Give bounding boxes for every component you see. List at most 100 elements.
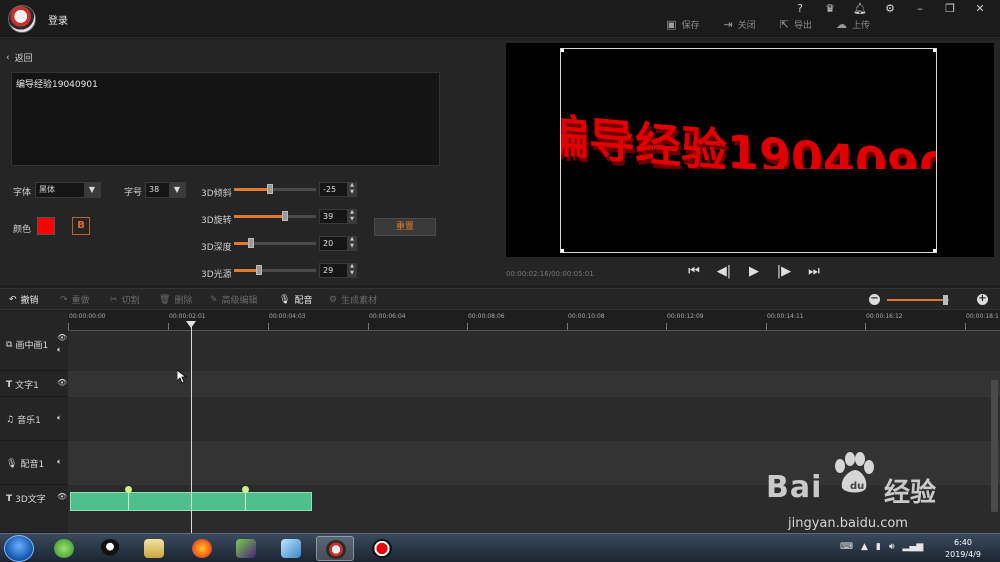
selection-frame[interactable]: 编导经验19040901 编导经验19040901 bbox=[560, 48, 937, 253]
undo-button[interactable]: ↶ 撤销 bbox=[9, 293, 39, 307]
app-logo-icon[interactable] bbox=[8, 5, 36, 33]
font-select[interactable]: 黑体 ▼ bbox=[35, 182, 101, 198]
keyframe-marker[interactable] bbox=[242, 486, 249, 493]
preview-canvas[interactable]: 编导经验19040901 编导经验19040901 bbox=[506, 43, 994, 257]
battery-icon[interactable]: ▮ bbox=[876, 542, 881, 552]
reset-button[interactable]: 重置 bbox=[374, 218, 436, 236]
dropdown-arrow-icon: ▼ bbox=[169, 183, 185, 197]
undo-icon: ↶ bbox=[9, 294, 17, 305]
taskbar-app-firefox[interactable] bbox=[183, 536, 221, 561]
timeline-ruler[interactable]: 00:00:00:00 00:00:02:01 00:00:04:03 00:0… bbox=[68, 311, 1000, 331]
rotate-slider[interactable] bbox=[234, 211, 316, 221]
zoom-out-icon[interactable]: − bbox=[869, 294, 880, 305]
track-row-text[interactable] bbox=[68, 371, 1000, 397]
spin-arrows-icon[interactable]: ▲ ▼ bbox=[347, 263, 357, 278]
keyframe-marker[interactable] bbox=[125, 486, 132, 493]
vip-icon[interactable]: ♛ bbox=[818, 2, 842, 16]
clock-date: 2019/4/9 bbox=[945, 550, 981, 559]
keyboard-icon[interactable]: ⌨ bbox=[840, 542, 853, 552]
eye-icon[interactable]: 👁︎ bbox=[57, 333, 67, 342]
spin-arrows-icon[interactable]: ▲ ▼ bbox=[347, 209, 357, 224]
bold-button[interactable]: B bbox=[72, 217, 90, 235]
pencil-icon: ✎ bbox=[210, 294, 218, 305]
track-header-music: ♫ 音乐1 🔈︎ bbox=[0, 397, 68, 441]
3d-text-render: 编导经验19040901 编导经验19040901 bbox=[561, 108, 936, 169]
play-icon[interactable]: ▶ bbox=[746, 264, 762, 279]
speaker-icon[interactable]: 🔈︎ bbox=[57, 345, 62, 355]
help-icon[interactable]: ? bbox=[788, 2, 812, 16]
baidu-paw-logo: du bbox=[835, 452, 874, 493]
cut-button[interactable]: ✂ 切割 bbox=[110, 293, 140, 307]
resize-handle[interactable] bbox=[561, 49, 564, 52]
speaker-icon[interactable]: 🔈︎ bbox=[57, 457, 62, 467]
tilt-slider[interactable] bbox=[234, 184, 316, 194]
start-button-icon[interactable] bbox=[4, 535, 34, 562]
tilt-input[interactable]: -25 ▲ ▼ bbox=[319, 182, 357, 197]
step-back-icon[interactable]: ◀| bbox=[716, 264, 732, 279]
text-input[interactable]: 编导经验19040901 bbox=[11, 72, 440, 166]
eye-icon[interactable]: 👁︎ bbox=[57, 492, 67, 501]
upload-button[interactable]: ☁ 上传 bbox=[836, 18, 870, 31]
notification-bell-icon[interactable]: 🔔︎ bbox=[848, 2, 872, 16]
rotate-input[interactable]: 39 ▲ ▼ bbox=[319, 209, 357, 224]
taskbar-app-media[interactable] bbox=[227, 536, 265, 561]
color-swatch[interactable] bbox=[37, 217, 55, 235]
spin-arrows-icon[interactable]: ▲ ▼ bbox=[347, 182, 357, 197]
slider-handle[interactable] bbox=[248, 238, 254, 248]
settings-gear-icon[interactable]: ⚙ bbox=[878, 2, 902, 16]
resize-handle[interactable] bbox=[933, 249, 936, 252]
skip-to-end-icon[interactable]: ⏭ bbox=[806, 264, 822, 279]
light-slider[interactable] bbox=[234, 265, 316, 275]
slider-handle[interactable] bbox=[256, 265, 262, 275]
export-button[interactable]: ⇱ 导出 bbox=[780, 18, 812, 31]
resize-handle[interactable] bbox=[561, 249, 564, 252]
depth-slider[interactable] bbox=[234, 238, 316, 248]
network-signal-icon[interactable]: ▂▄▆ bbox=[903, 542, 924, 552]
taskbar-clock[interactable]: 6:40 2019/4/9 bbox=[935, 537, 991, 561]
firefox-icon bbox=[192, 539, 212, 558]
taskbar-app-video-editor[interactable] bbox=[316, 536, 354, 561]
slider-handle[interactable] bbox=[943, 295, 948, 305]
back-button[interactable]: ‹ 返回 bbox=[6, 51, 33, 65]
scissors-icon: ✂ bbox=[110, 294, 118, 305]
ruler-corner bbox=[0, 311, 68, 331]
delete-button[interactable]: 🗑︎ 删除 bbox=[159, 293, 192, 307]
taskbar-app-glass[interactable] bbox=[272, 536, 310, 561]
taskbar-app-360[interactable] bbox=[45, 536, 83, 561]
eye-icon[interactable]: 👁︎ bbox=[57, 378, 67, 387]
speaker-icon[interactable]: 🔈︎ bbox=[57, 413, 62, 423]
step-forward-icon[interactable]: |▶ bbox=[776, 264, 792, 279]
save-button[interactable]: ▣ 保存 bbox=[666, 18, 699, 31]
microphone-icon: 🎙︎ bbox=[6, 458, 18, 469]
track-row-music[interactable] bbox=[68, 397, 1000, 441]
zoom-slider[interactable] bbox=[887, 295, 949, 305]
light-input[interactable]: 29 ▲ ▼ bbox=[319, 263, 357, 278]
generate-material-button[interactable]: ⚙ 生成素材 bbox=[329, 293, 377, 307]
system-tray: ⌨ ▲ ▮ 🔊︎ ▂▄▆ bbox=[840, 542, 923, 552]
login-link[interactable]: 登录 bbox=[48, 12, 68, 27]
taskbar-app-explorer[interactable] bbox=[135, 536, 173, 561]
track-row-pip[interactable] bbox=[68, 331, 1000, 371]
volume-icon[interactable]: 🔊︎ bbox=[889, 542, 895, 552]
slider-handle[interactable] bbox=[267, 184, 273, 194]
slider-handle[interactable] bbox=[282, 211, 288, 221]
resize-handle[interactable] bbox=[933, 49, 936, 52]
playhead-line[interactable] bbox=[191, 324, 192, 534]
clock-time: 6:40 bbox=[954, 538, 972, 547]
size-select[interactable]: 38 ▼ bbox=[145, 182, 186, 198]
advanced-edit-button[interactable]: ✎ 高级编辑 bbox=[210, 293, 258, 307]
show-hidden-icons[interactable]: ▲ bbox=[861, 542, 868, 552]
spin-arrows-icon[interactable]: ▲ ▼ bbox=[347, 236, 357, 251]
restore-icon[interactable]: ❐ bbox=[938, 2, 962, 16]
taskbar-app-qq[interactable] bbox=[91, 536, 129, 561]
depth-input[interactable]: 20 ▲ ▼ bbox=[319, 236, 357, 251]
close-icon[interactable]: ✕ bbox=[968, 2, 992, 16]
redo-button[interactable]: ↷ 重做 bbox=[60, 293, 90, 307]
taskbar-app-recorder[interactable] bbox=[363, 536, 401, 561]
minimize-icon[interactable]: – bbox=[908, 2, 932, 16]
zoom-in-icon[interactable]: + bbox=[977, 294, 988, 305]
tick-label: 00:00:02:01 bbox=[169, 313, 206, 320]
skip-to-start-icon[interactable]: ⏮ bbox=[686, 264, 702, 279]
dub-button[interactable]: 🎙︎ 配音 bbox=[279, 293, 312, 307]
close-button[interactable]: ⇥ 关闭 bbox=[724, 18, 756, 31]
